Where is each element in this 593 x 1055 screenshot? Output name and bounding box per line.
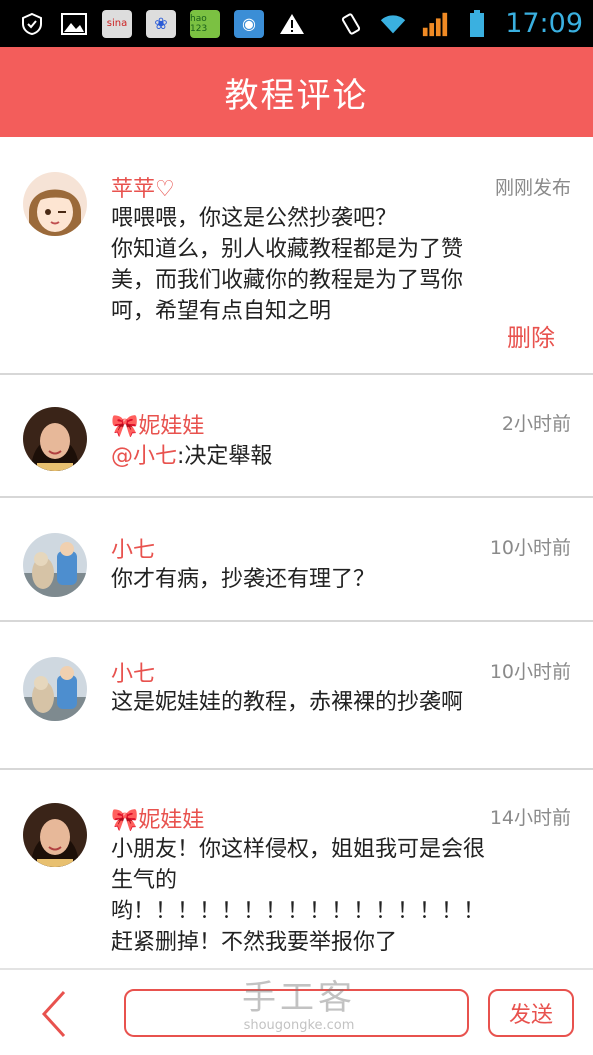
- delete-button[interactable]: 删除: [507, 318, 555, 353]
- comment-item[interactable]: 🎀妮娃娃 2小时前 @小七:决定舉報: [0, 375, 593, 498]
- back-button[interactable]: [36, 988, 72, 1040]
- status-time: 17:09: [505, 8, 583, 39]
- avatar[interactable]: [23, 533, 87, 597]
- comment-list[interactable]: 苹苹♡ 刚刚发布 喂喂喂，你这是公然抄袭吧？ 你知道么，别人收藏教程都是为了赞美…: [0, 137, 593, 970]
- comment-author[interactable]: 🎀妮娃娃: [111, 408, 204, 440]
- avatar[interactable]: [23, 407, 87, 471]
- comment-text: 喂喂喂，你这是公然抄袭吧？ 你知道么，别人收藏教程都是为了赞美，而我们收藏你的教…: [111, 206, 464, 324]
- comment-author[interactable]: 小七: [111, 532, 155, 564]
- comment-author[interactable]: 🎀妮娃娃: [111, 802, 204, 834]
- image-icon: [60, 10, 88, 38]
- avatar[interactable]: [23, 803, 87, 867]
- vibrate-icon: [337, 10, 365, 38]
- comment-input-bar: 发送: [0, 968, 593, 1055]
- page-title: 教程评论: [224, 75, 369, 116]
- comment-item[interactable]: 苹苹♡ 刚刚发布 喂喂喂，你这是公然抄袭吧？ 你知道么，别人收藏教程都是为了赞美…: [0, 137, 593, 375]
- comment-text: @小七:决定舉報: [111, 441, 496, 472]
- comment-input[interactable]: [124, 989, 469, 1037]
- comment-text: 你才有病，抄袭还有理了？: [111, 567, 376, 592]
- comment-time: 14小时前: [489, 807, 571, 829]
- avatar[interactable]: [23, 172, 87, 236]
- baidu-paw-icon: ❀: [146, 9, 176, 38]
- shield-icon: [18, 10, 46, 38]
- comment-text: 小朋友！你这样侵权，姐姐我可是会很生气的 哟！！！！！！！！！！！！！！！！ 赶…: [111, 837, 486, 955]
- status-bar-left: sina ❀ hao 123 ◉: [18, 9, 306, 38]
- comment-item[interactable]: 小七 10小时前 这是妮娃娃的教程，赤裸裸的抄袭啊: [0, 622, 593, 770]
- avatar[interactable]: [23, 657, 87, 721]
- comment-time: 10小时前: [489, 661, 571, 683]
- globe-icon: ◉: [234, 9, 264, 38]
- send-button[interactable]: 发送: [488, 989, 574, 1037]
- app-header: 教程评论: [0, 47, 593, 137]
- battery-icon: [463, 9, 491, 38]
- comment-item[interactable]: 小七 10小时前 你才有病，抄袭还有理了？: [0, 498, 593, 622]
- comment-text: 这是妮娃娃的教程，赤裸裸的抄袭啊: [111, 690, 464, 715]
- hao123-icon: hao 123: [190, 9, 220, 38]
- status-bar: sina ❀ hao 123 ◉ 17:09: [0, 0, 593, 47]
- mention-link[interactable]: @小七: [111, 444, 177, 469]
- signal-icon: [421, 10, 449, 38]
- status-bar-right: 17:09: [337, 8, 583, 39]
- sina-icon: sina: [102, 9, 132, 38]
- comment-author[interactable]: 小七: [111, 656, 155, 688]
- wifi-icon: [379, 10, 407, 38]
- comment-item[interactable]: 🎀妮娃娃 14小时前 小朋友！你这样侵权，姐姐我可是会很生气的 哟！！！！！！！…: [0, 770, 593, 970]
- warning-icon: [278, 10, 306, 38]
- comment-time: 10小时前: [489, 537, 571, 559]
- comment-text-body: :决定舉報: [177, 444, 273, 469]
- comment-time: 2小时前: [501, 413, 571, 435]
- comment-time: 刚刚发布: [494, 177, 571, 199]
- chevron-left-icon: [41, 990, 66, 1038]
- comment-author[interactable]: 苹苹♡: [111, 171, 175, 203]
